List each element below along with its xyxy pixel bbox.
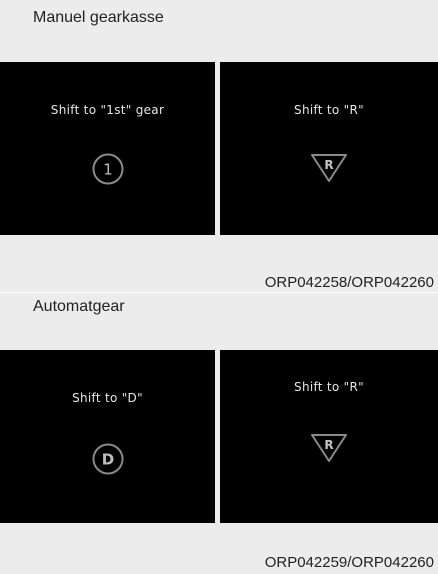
manual-shift-1st-text: Shift to "1st" gear <box>50 103 165 117</box>
circled-gear-d-icon: D <box>92 443 123 475</box>
automatic-section-title: Automatgear <box>33 298 125 315</box>
manual-section-title: Manuel gearkasse <box>33 9 164 26</box>
reverse-triangle-icon: R <box>311 154 347 182</box>
automatic-shift-d-panel: Shift to "D" D <box>0 350 215 523</box>
circled-gear-1-icon: 1 <box>92 153 123 185</box>
manual-figure-caption: ORP042258/ORP042260 <box>264 274 434 291</box>
manual-shift-1st-panel: Shift to "1st" gear 1 <box>0 62 215 235</box>
manual-shift-r-panel: Shift to "R" R <box>220 62 438 235</box>
reverse-triangle-glyph: R <box>324 158 333 172</box>
automatic-shift-r-panel: Shift to "R" R <box>220 350 438 523</box>
circled-gear-d-glyph: D <box>101 451 113 469</box>
reverse-triangle-icon: R <box>311 434 347 462</box>
automatic-shift-r-text: Shift to "R" <box>294 380 364 394</box>
circled-gear-1-glyph: 1 <box>103 161 113 179</box>
reverse-triangle-glyph: R <box>324 438 333 452</box>
automatic-shift-d-text: Shift to "D" <box>72 391 143 405</box>
section-divider <box>0 292 438 293</box>
automatic-figure-caption: ORP042259/ORP042260 <box>264 554 434 571</box>
manual-shift-r-text: Shift to "R" <box>294 103 364 117</box>
